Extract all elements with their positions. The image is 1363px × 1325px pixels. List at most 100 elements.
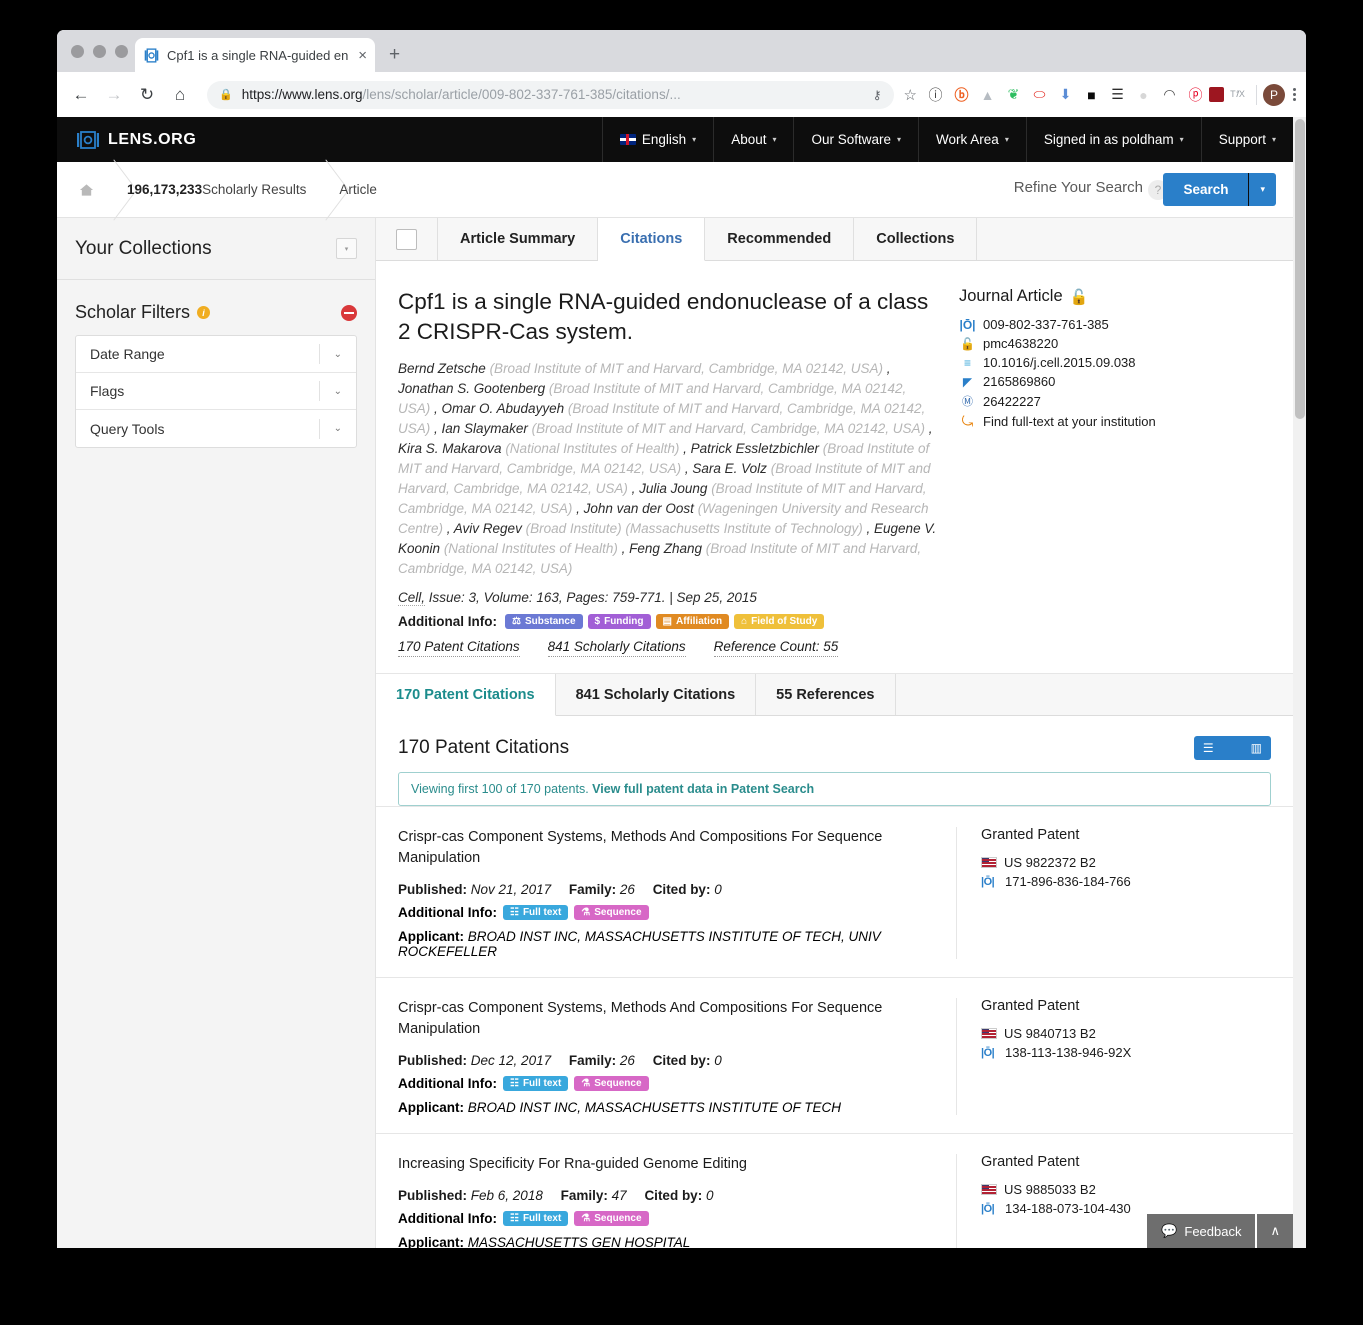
patent-title[interactable]: Crispr-cas Component Systems, Methods An…: [398, 998, 934, 1040]
pocket-icon[interactable]: ⬇: [1053, 82, 1078, 107]
author-name[interactable]: John van der Oost: [584, 501, 694, 516]
scroll-to-top-button[interactable]: ∧: [1257, 1214, 1293, 1248]
filter-flags[interactable]: Flags ⌄: [76, 373, 356, 410]
bitly-icon[interactable]: ⓑ: [949, 82, 974, 107]
tex-icon[interactable]: TᮺX: [1225, 82, 1250, 107]
password-key-icon[interactable]: ⚷: [873, 88, 882, 102]
maximize-window-button[interactable]: [115, 45, 128, 58]
bookmark-star-icon[interactable]: ☆: [904, 86, 917, 104]
nav-item-support[interactable]: Support ▾: [1200, 117, 1293, 162]
page-scrollbar[interactable]: [1293, 117, 1306, 1248]
author-name[interactable]: Bernd Zetsche: [398, 361, 486, 376]
chip-sequence[interactable]: ⚗ Sequence: [574, 905, 649, 920]
tab-article-summary[interactable]: Article Summary: [438, 218, 599, 260]
tab-recommended[interactable]: Recommended: [705, 218, 855, 260]
search-button[interactable]: Search: [1163, 173, 1248, 206]
nav-item-about[interactable]: About ▾: [713, 117, 793, 162]
info-icon[interactable]: i: [197, 306, 211, 319]
author-name[interactable]: Aviv Regev: [454, 521, 522, 536]
citation-tab-scholarly[interactable]: 841 Scholarly Citations: [556, 674, 757, 715]
chip-sequence[interactable]: ⚗ Sequence: [574, 1211, 649, 1226]
minimize-window-button[interactable]: [93, 45, 106, 58]
tab-collections[interactable]: Collections: [854, 218, 978, 260]
link-scholarly-citations[interactable]: 841 Scholarly Citations: [547, 639, 686, 657]
author-name[interactable]: Kira S. Makarova: [398, 441, 502, 456]
browser-menu-icon[interactable]: [1293, 87, 1296, 102]
forward-button[interactable]: →: [100, 81, 128, 109]
notice-link[interactable]: View full patent data in Patent Search: [592, 782, 814, 796]
chip-field-of-study[interactable]: ⌂ Field of Study: [734, 614, 825, 629]
metadata-doi[interactable]: ≡ 10.1016/j.cell.2015.09.038: [959, 355, 1271, 370]
chip-full-text[interactable]: ☷ Full text: [502, 1076, 569, 1091]
patent-number-row[interactable]: US 9822372 B2: [981, 855, 1271, 870]
chip-affiliation[interactable]: ▤ Affiliation: [655, 614, 730, 629]
chip-funding[interactable]: $ Funding: [587, 614, 651, 629]
author-name[interactable]: Omar O. Abudayyeh: [442, 401, 565, 416]
journal-name[interactable]: Cell,: [398, 590, 426, 606]
link-patent-citations[interactable]: 170 Patent Citations: [398, 639, 520, 657]
close-window-button[interactable]: [71, 45, 84, 58]
adblock-icon[interactable]: ■: [1079, 82, 1104, 107]
back-button[interactable]: ←: [67, 81, 95, 109]
google-drive-icon[interactable]: ▲: [975, 82, 1000, 107]
refine-search-label[interactable]: Refine Your Search: [1014, 179, 1143, 196]
view-toggle-group[interactable]: ☰ ▥: [1193, 736, 1271, 760]
metadata-find-fulltext[interactable]: ⤿ Find full-text at your institution: [959, 413, 1271, 430]
scrollbar-thumb[interactable]: [1295, 119, 1305, 419]
buffer-icon[interactable]: ☰: [1105, 82, 1130, 107]
arc-icon[interactable]: ◠: [1157, 82, 1182, 107]
window-controls[interactable]: [71, 45, 128, 58]
home-button[interactable]: ⌂: [166, 81, 194, 109]
author-name[interactable]: Patrick Essletzbichler: [691, 441, 819, 456]
feedback-button[interactable]: 💬 Feedback: [1147, 1214, 1256, 1248]
browser-tab[interactable]: Cpf1 is a single RNA-guided en ×: [135, 38, 375, 72]
info-circle-icon[interactable]: ⓘ: [923, 82, 948, 107]
metadata-magid[interactable]: ◤ 2165869860: [959, 374, 1271, 389]
patent-title[interactable]: Crispr-cas Component Systems, Methods An…: [398, 827, 934, 869]
chip-full-text[interactable]: ☷ Full text: [502, 905, 569, 920]
site-logo[interactable]: LENS.ORG: [57, 117, 196, 162]
metadata-pmid[interactable]: Ⓜ 26422227: [959, 393, 1271, 409]
breadcrumb-results[interactable]: 196,173,233 Scholarly Results: [107, 162, 318, 217]
nav-item-work-area[interactable]: Work Area ▾: [918, 117, 1026, 162]
reload-button[interactable]: ↻: [133, 81, 161, 109]
metadata-lens-id[interactable]: |Ō| 009-802-337-761-385: [959, 317, 1271, 332]
pinterest-icon[interactable]: ⓟ: [1183, 82, 1208, 107]
author-name[interactable]: Feng Zhang: [629, 541, 702, 556]
patent-lens-id-row[interactable]: |Ō| 138-113-138-946-92X: [981, 1045, 1271, 1060]
search-dropdown-caret-icon[interactable]: ▾: [1249, 173, 1276, 206]
list-view-button[interactable]: ☰: [1194, 736, 1223, 760]
nav-item-account[interactable]: Signed in as poldham ▾: [1025, 117, 1201, 162]
link-reference-count[interactable]: Reference Count: 55: [713, 639, 839, 657]
search-button-group[interactable]: Search ▾: [1163, 173, 1276, 206]
close-tab-button[interactable]: ×: [358, 47, 367, 64]
author-name[interactable]: Sara E. Volz: [692, 461, 767, 476]
opera-icon[interactable]: ⬭: [1027, 82, 1052, 107]
address-bar[interactable]: 🔒 https://www.lens.org/lens/scholar/arti…: [207, 80, 894, 109]
patent-number-row[interactable]: US 9885033 B2: [981, 1182, 1271, 1197]
nav-item-our-software[interactable]: Our Software ▾: [793, 117, 918, 162]
patent-lens-id-row[interactable]: |Ō| 171-896-836-184-766: [981, 874, 1271, 889]
citation-tab-references[interactable]: 55 References: [756, 674, 896, 715]
patent-title[interactable]: Increasing Specificity For Rna-guided Ge…: [398, 1154, 934, 1175]
collections-toggle-button[interactable]: ▾: [336, 238, 357, 259]
profile-avatar[interactable]: P: [1263, 83, 1285, 106]
author-name[interactable]: Jonathan S. Gootenberg: [398, 381, 545, 396]
author-name[interactable]: Ian Slaymaker: [442, 421, 528, 436]
filter-date-range[interactable]: Date Range ⌄: [76, 336, 356, 373]
citation-tab-patent[interactable]: 170 Patent Citations: [376, 674, 556, 716]
ghost-icon[interactable]: ●: [1131, 82, 1156, 107]
chart-view-button[interactable]: ▥: [1242, 736, 1271, 760]
new-tab-button[interactable]: +: [389, 44, 400, 66]
nav-item-language[interactable]: English ▾: [601, 117, 713, 162]
clear-filters-icon[interactable]: [341, 304, 357, 321]
select-all-checkbox[interactable]: [396, 228, 417, 250]
author-name[interactable]: Julia Joung: [639, 481, 707, 496]
chip-sequence[interactable]: ⚗ Sequence: [574, 1076, 649, 1091]
mendeley-icon[interactable]: [1209, 87, 1224, 102]
patent-number-row[interactable]: US 9840713 B2: [981, 1026, 1271, 1041]
evernote-icon[interactable]: ❦: [1001, 82, 1026, 107]
filter-query-tools[interactable]: Query Tools ⌄: [76, 410, 356, 447]
tab-citations[interactable]: Citations: [598, 218, 706, 261]
chip-full-text[interactable]: ☷ Full text: [502, 1211, 569, 1226]
